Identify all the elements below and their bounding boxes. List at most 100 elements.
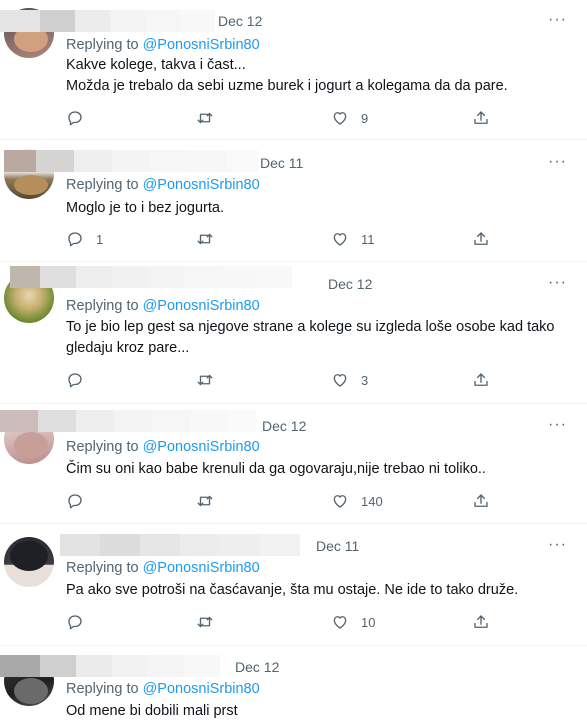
share-button[interactable]: [472, 107, 490, 129]
reply-button[interactable]: 1: [66, 228, 103, 250]
tweet-text-line: Od mene bi dobili mali prst: [66, 703, 238, 719]
like-icon: [333, 616, 347, 629]
tweet-text-line: gledaju kroz pare...: [66, 340, 190, 356]
reply-button[interactable]: [66, 369, 96, 391]
tweet-text: Čim su oni kao babe krenuli da ga ogovar…: [66, 459, 571, 480]
retweet-icon: [197, 616, 213, 628]
reply-handle-link[interactable]: @PonosniSrbin80: [143, 37, 260, 53]
replying-to-label: Replying to: [66, 439, 139, 455]
tweet-date[interactable]: Dec 12: [262, 418, 306, 434]
tweet-date[interactable]: Dec 12: [218, 13, 262, 29]
like-button[interactable]: 3: [331, 369, 368, 391]
tweet-text-line: Čim su oni kao babe krenuli da ga ogovar…: [66, 461, 486, 477]
share-button[interactable]: [472, 611, 490, 633]
replying-to: Replying to @PonosniSrbin80: [66, 298, 260, 314]
tweet[interactable]: Dec 12 Replying to @PonosniSrbin80 Od me…: [0, 646, 587, 728]
like-button[interactable]: 10: [331, 611, 375, 633]
reply-icon: [68, 373, 82, 388]
user-name-blurred[interactable]: [0, 655, 220, 677]
retweet-icon: [197, 112, 213, 124]
tweet[interactable]: Dec 11 ··· Replying to @PonosniSrbin80 M…: [0, 140, 587, 262]
share-button[interactable]: [472, 228, 490, 250]
tweet-actions: 1 11: [66, 228, 556, 250]
like-count: 10: [361, 614, 376, 630]
replying-to-label: Replying to: [66, 560, 139, 576]
more-icon[interactable]: ···: [548, 536, 567, 554]
like-count: 3: [361, 372, 369, 388]
retweet-icon: [197, 233, 213, 245]
user-name-blurred[interactable]: [0, 410, 256, 432]
replying-to-label: Replying to: [66, 177, 139, 193]
like-count: 9: [361, 110, 369, 126]
retweet-icon: [197, 374, 213, 386]
user-name-blurred[interactable]: [10, 266, 292, 288]
reply-count: 1: [96, 231, 104, 247]
tweet-actions: 10: [66, 611, 556, 633]
tweet[interactable]: Dec 12 ··· Replying to @PonosniSrbin80 T…: [0, 262, 587, 404]
like-button[interactable]: 11: [331, 228, 375, 250]
more-icon[interactable]: ···: [548, 274, 567, 292]
tweet[interactable]: Dec 12 ··· Replying to @PonosniSrbin80 Č…: [0, 404, 587, 524]
tweet-text: Od mene bi dobili mali prst: [66, 701, 571, 722]
like-icon: [333, 112, 347, 125]
tweet-actions: 3: [66, 369, 556, 391]
reply-button[interactable]: [66, 490, 96, 512]
replying-to: Replying to @PonosniSrbin80: [66, 177, 260, 193]
replying-to-label: Replying to: [66, 681, 139, 697]
share-button[interactable]: [472, 369, 490, 391]
like-button[interactable]: 140: [331, 490, 383, 512]
tweet-date[interactable]: Dec 11: [260, 155, 303, 171]
reply-handle-link[interactable]: @PonosniSrbin80: [143, 439, 260, 455]
tweet-text-line: Pa ako sve potroši na časćavanje, šta mu…: [66, 582, 519, 598]
tweet-text: To je bio lep gest sa njegove strane a k…: [66, 317, 571, 359]
replying-to-label: Replying to: [66, 298, 139, 314]
more-icon[interactable]: ···: [548, 11, 567, 29]
tweet-text: Pa ako sve potroši na časćavanje, šta mu…: [66, 580, 571, 601]
user-name-blurred[interactable]: [0, 10, 215, 32]
reply-button[interactable]: [66, 107, 96, 129]
tweet-text-line: Kakve kolege, takva i čast...: [66, 57, 246, 73]
retweet-button[interactable]: [196, 490, 226, 512]
like-count: 11: [361, 231, 375, 247]
avatar[interactable]: [4, 537, 54, 587]
share-icon: [474, 494, 488, 507]
reply-handle-link[interactable]: @PonosniSrbin80: [143, 177, 260, 193]
replying-to: Replying to @PonosniSrbin80: [66, 681, 260, 697]
like-icon: [333, 374, 347, 387]
retweet-button[interactable]: [196, 369, 226, 391]
tweet-actions: 140: [66, 490, 556, 512]
reply-button[interactable]: [66, 611, 96, 633]
share-icon: [474, 373, 488, 386]
like-button[interactable]: 9: [331, 107, 368, 129]
tweet-date[interactable]: Dec 12: [235, 659, 279, 675]
tweet-actions: 9: [66, 107, 556, 129]
more-icon[interactable]: ···: [548, 153, 567, 171]
retweet-button[interactable]: [196, 228, 226, 250]
reply-handle-link[interactable]: @PonosniSrbin80: [143, 560, 260, 576]
tweet-text: Kakve kolege, takva i čast... Možda je t…: [66, 55, 571, 97]
reply-icon: [68, 494, 82, 509]
replying-to: Replying to @PonosniSrbin80: [66, 560, 260, 576]
retweet-button[interactable]: [196, 611, 226, 633]
reply-handle-link[interactable]: @PonosniSrbin80: [143, 298, 260, 314]
replying-to: Replying to @PonosniSrbin80: [66, 439, 260, 455]
replying-to-label: Replying to: [66, 37, 139, 53]
reply-handle-link[interactable]: @PonosniSrbin80: [143, 681, 260, 697]
tweet-date[interactable]: Dec 11: [316, 538, 359, 554]
tweet-text-line: Možda je trebalo da sebi uzme burek i jo…: [66, 78, 508, 94]
tweet-date[interactable]: Dec 12: [328, 276, 372, 292]
tweet-text: Moglo je to i bez jogurta.: [66, 198, 571, 219]
tweet-text-line: To je bio lep gest sa njegove strane a k…: [66, 319, 555, 335]
like-icon: [333, 233, 347, 246]
user-name-blurred[interactable]: [4, 150, 258, 172]
more-icon[interactable]: ···: [548, 416, 567, 434]
like-icon: [333, 495, 347, 508]
user-name-blurred[interactable]: [60, 534, 300, 556]
retweet-button[interactable]: [196, 107, 226, 129]
share-icon: [474, 111, 488, 124]
share-button[interactable]: [472, 490, 490, 512]
tweet[interactable]: Dec 12 ··· Replying to @PonosniSrbin80 K…: [0, 0, 587, 140]
reply-icon: [68, 232, 82, 247]
retweet-icon: [197, 495, 213, 507]
tweet[interactable]: Dec 11 ··· Replying to @PonosniSrbin80 P…: [0, 524, 587, 646]
